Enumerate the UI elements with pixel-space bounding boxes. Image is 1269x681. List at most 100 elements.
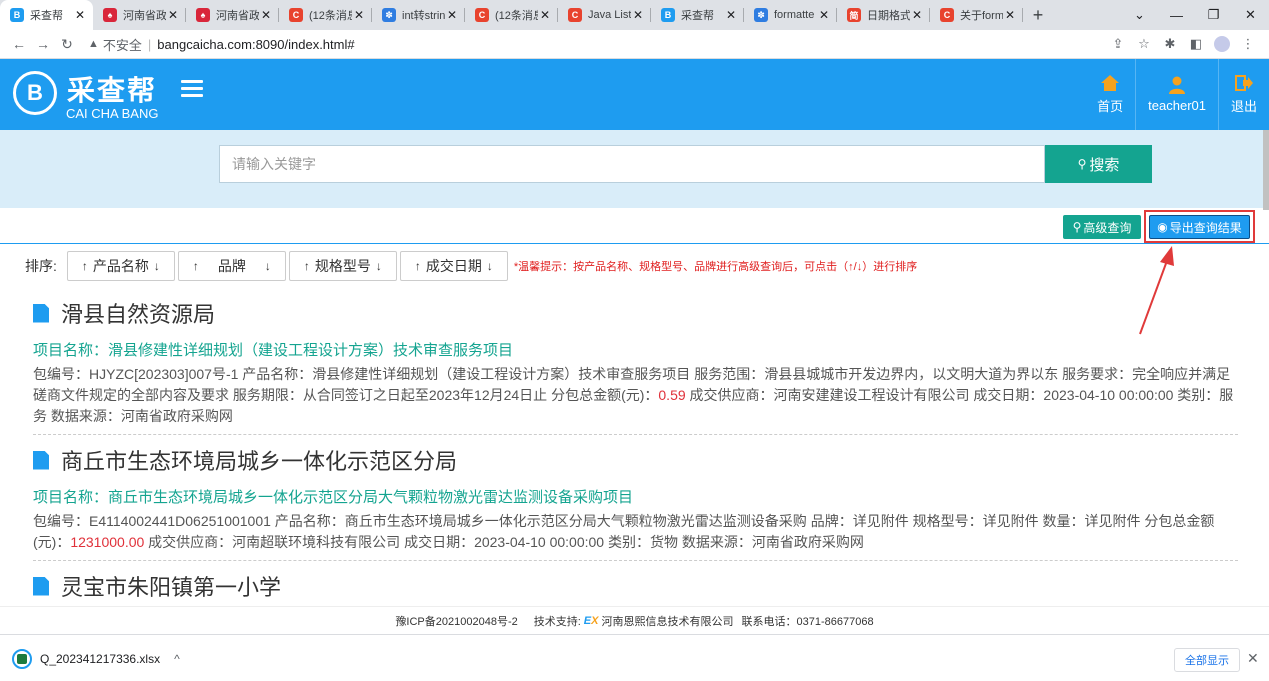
sort-brand-label: 品牌 [217, 258, 246, 274]
browser-tab[interactable]: C (12条消息✕ [279, 0, 372, 30]
advanced-search-button[interactable]: ⚲ 高级查询 [1063, 215, 1141, 239]
reload-icon[interactable]: ↻ [56, 36, 78, 53]
download-bar: Q_202341217336.xlsx ^ 全部显示 ✕ [0, 634, 1269, 681]
tab-favicon-icon: ♠ [196, 8, 210, 22]
tab-favicon-icon: ✽ [382, 8, 396, 22]
ex-logo-icon: EX [583, 614, 599, 627]
browser-tab-strip: B采查帮✕♠河南省政✕♠河南省政✕C(12条消息✕✽int转strin✕C(12… [0, 0, 1269, 30]
browser-menu-icon[interactable]: ⋮ [1235, 36, 1261, 52]
export-results-button[interactable]: ◉ 导出查询结果 [1149, 215, 1250, 239]
browser-tab[interactable]: B 采查帮 ✕ [651, 0, 744, 30]
forward-icon[interactable]: → [32, 36, 54, 52]
page-scrollbar[interactable] [1263, 130, 1269, 210]
browser-tab[interactable]: ✽ formatte ✕ [744, 0, 837, 30]
sort-spec-label: 规格型号 [314, 258, 371, 274]
bookmark-star-icon[interactable]: ☆ [1131, 36, 1157, 52]
share-icon[interactable]: ⇪ [1105, 36, 1131, 52]
results-list: 滑县自然资源局 项目名称：滑县修建性详细规划（建设工程设计方案）技术审查服务项目… [33, 296, 1238, 606]
sort-brand-button[interactable]: ↑ 品牌 ↓ [177, 251, 286, 281]
tab-close-icon[interactable]: ✕ [73, 8, 87, 22]
document-icon [33, 576, 49, 596]
tab-close-icon[interactable]: ✕ [352, 8, 366, 22]
tab-title: 日期格式 [867, 10, 910, 22]
toolbar-actions: ⇪ ☆ ✱ ◧ ⋮ [1105, 36, 1261, 52]
browser-tab[interactable]: ♠ 河南省政 ✕ [186, 0, 279, 30]
result-project-link[interactable]: 项目名称：滑县修建性详细规划（建设工程设计方案）技术审查服务项目 [33, 340, 1238, 362]
browser-tab[interactable]: C Java List ✕ [558, 0, 651, 30]
result-title[interactable]: 滑县自然资源局 [33, 296, 1238, 330]
chevron-up-icon[interactable]: ^ [174, 652, 180, 666]
contact-phone: 联系电话：0371-86677068 [741, 615, 874, 628]
tab-close-icon[interactable]: ✕ [910, 8, 924, 22]
address-bar[interactable]: ▲ 不安全 | bangcaicha.com:8090/index.html# [88, 35, 355, 54]
user-icon [1169, 76, 1186, 94]
excel-file-icon [12, 649, 32, 669]
search-button[interactable]: ⚲ 搜索 [1045, 145, 1152, 183]
security-label: 不安全 [102, 37, 142, 53]
tab-favicon-icon: 简 [847, 8, 861, 22]
result-title[interactable]: 灵宝市朱阳镇第一小学 [33, 569, 1238, 603]
result-item: 滑县自然资源局 项目名称：滑县修建性详细规划（建设工程设计方案）技术审查服务项目… [33, 296, 1238, 435]
tab-close-icon[interactable]: ✕ [445, 8, 459, 22]
search-input[interactable]: 请输入关键字 [219, 145, 1045, 183]
sort-product-name-button[interactable]: ↑ 产品名称 ↓ [66, 251, 175, 281]
browser-tab[interactable]: ♠ 河南省政 ✕ [93, 0, 186, 30]
nav-home[interactable]: 首页 [1085, 59, 1135, 130]
close-window-icon[interactable]: ✕ [1232, 7, 1269, 23]
sort-spec-button[interactable]: ↑ 规格型号 ↓ [288, 251, 397, 281]
result-title[interactable]: 商丘市生态环境局城乡一体化示范区分局 [33, 443, 1238, 477]
download-filename: Q_202341217336.xlsx [40, 652, 161, 666]
result-project-link[interactable]: 项目名称：商丘市生态环境局城乡一体化示范区分局大气颗粒物激光雷达监测设备采购项目 [33, 487, 1238, 509]
result-item: 灵宝市朱阳镇第一小学 [33, 569, 1238, 606]
show-all-downloads-button[interactable]: 全部显示 [1174, 648, 1240, 672]
logout-icon [1234, 75, 1253, 91]
browser-tab[interactable]: 简日期格式 ✕ [837, 0, 930, 30]
back-icon[interactable]: ← [8, 36, 30, 52]
tab-favicon-icon: B [661, 8, 675, 22]
advanced-search-label: 高级查询 [1083, 220, 1132, 235]
extensions-icon[interactable]: ✱ [1157, 36, 1183, 52]
tab-favicon-icon: C [475, 8, 489, 22]
new-tab-button[interactable]: + [1023, 0, 1053, 30]
download-item[interactable]: Q_202341217336.xlsx ^ [12, 647, 180, 671]
side-panel-icon[interactable]: ◧ [1183, 36, 1209, 52]
browser-tab[interactable]: C (12条消息✕ [465, 0, 558, 30]
result-title-text: 滑县自然资源局 [61, 302, 216, 327]
tab-close-icon[interactable]: ✕ [724, 8, 738, 22]
tab-close-icon[interactable]: ✕ [631, 8, 645, 22]
tab-favicon-icon: B [10, 8, 24, 22]
minimize-icon[interactable]: — [1158, 8, 1195, 23]
logo-mark-icon: B [13, 71, 57, 115]
arrow-down-icon: ↓ [264, 259, 271, 273]
tab-title: Java List [588, 9, 631, 21]
restore-icon[interactable]: ❐ [1195, 7, 1232, 23]
icp-number[interactable]: 豫ICP备2021002048号-2 [395, 613, 517, 629]
tab-favicon-icon: ✽ [754, 8, 768, 22]
nav-logout[interactable]: 退出 [1217, 59, 1269, 130]
tab-close-icon[interactable]: ✕ [166, 8, 180, 22]
tab-close-icon[interactable]: ✕ [817, 8, 831, 22]
tab-close-icon[interactable]: ✕ [538, 8, 552, 22]
tab-search-icon[interactable]: ⌄ [1121, 7, 1158, 23]
arrow-up-icon: ↑ [414, 259, 421, 273]
profile-avatar[interactable] [1214, 36, 1230, 52]
browser-tab[interactable]: B 采查帮 ✕ [0, 0, 93, 30]
tab-title: int转strin [402, 10, 445, 22]
menu-toggle-icon[interactable] [181, 80, 203, 98]
sort-label: 排序: [25, 258, 57, 274]
tab-close-icon[interactable]: ✕ [1003, 8, 1017, 22]
tab-favicon-icon: C [289, 8, 303, 22]
result-amount: 1231000.00 [70, 534, 145, 550]
tab-title: 关于form [960, 10, 1003, 22]
sort-date-button[interactable]: ↑ 成交日期 ↓ [399, 251, 508, 281]
tab-close-icon[interactable]: ✕ [259, 8, 273, 22]
close-download-bar-icon[interactable]: ✕ [1247, 650, 1259, 667]
browser-tab[interactable]: ✽ int转strin ✕ [372, 0, 465, 30]
browser-tab[interactable]: C 关于form ✕ [930, 0, 1023, 30]
tab-title: 采查帮 [30, 10, 63, 22]
tab-title: formatte [774, 9, 815, 21]
tab-title: (12条消息 [309, 10, 352, 22]
sort-bar: 排序: ↑ 产品名称 ↓ ↑ 品牌 ↓ ↑ 规格型号 ↓ ↑ 成交日期 ↓ *温… [25, 251, 917, 281]
action-bar: ⚲ 高级查询 ◉ 导出查询结果 [0, 208, 1269, 244]
nav-user[interactable]: teacher01 [1135, 59, 1218, 130]
